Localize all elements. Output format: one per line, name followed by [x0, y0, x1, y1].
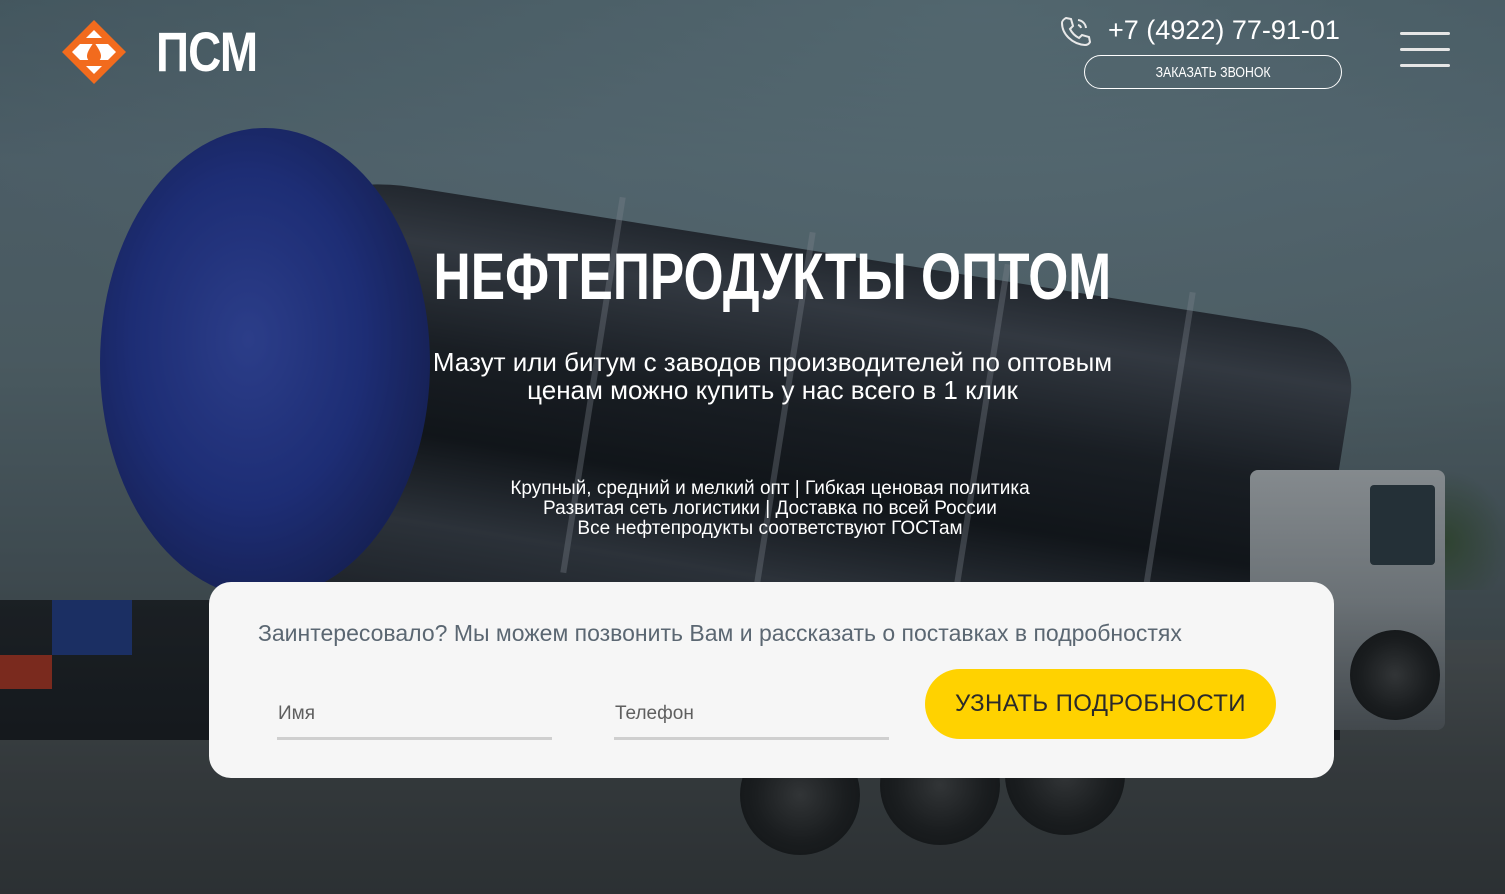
feature-item: Все нефтепродукты соответствуют ГОСТам: [577, 518, 963, 539]
brand-name: ПСМ: [156, 20, 258, 83]
learn-more-submit-button[interactable]: УЗНАТЬ ПОДРОБНОСТИ: [925, 669, 1276, 739]
name-input[interactable]: [277, 684, 552, 740]
request-callback-button[interactable]: ЗАКАЗАТЬ ЗВОНОК: [1084, 55, 1342, 89]
hamburger-menu-icon[interactable]: [1400, 32, 1450, 70]
form-title: Заинтересовало? Мы можем позвонить Вам и…: [258, 620, 1182, 646]
logo-icon[interactable]: [58, 18, 130, 86]
hero-subtitle: Мазут или битум с заводов производителей…: [390, 348, 1155, 404]
feature-item: Развитая сеть логистики | Доставка по вс…: [543, 498, 997, 519]
hero-subtitle-line1: Мазут или битум с заводов производителей…: [432, 347, 1113, 377]
features-list: Крупный, средний и мелкий опт | Гибкая ц…: [420, 479, 1120, 539]
hero-subtitle-line2: ценам можно купить у нас всего в 1 клик: [527, 375, 1018, 405]
page-title: НЕФТЕПРОДУКТЫ ОПТОМ: [433, 239, 1112, 313]
oil-drop-logo-icon: [62, 20, 126, 84]
request-callback-label: ЗАКАЗАТЬ ЗВОНОК: [1155, 63, 1271, 81]
phone-input[interactable]: [614, 684, 889, 740]
phone-call-icon: [1058, 14, 1092, 48]
feature-item: Крупный, средний и мелкий опт | Гибкая ц…: [510, 478, 1030, 499]
phone-number[interactable]: +7 (4922) 77-91-01: [1108, 14, 1340, 46]
